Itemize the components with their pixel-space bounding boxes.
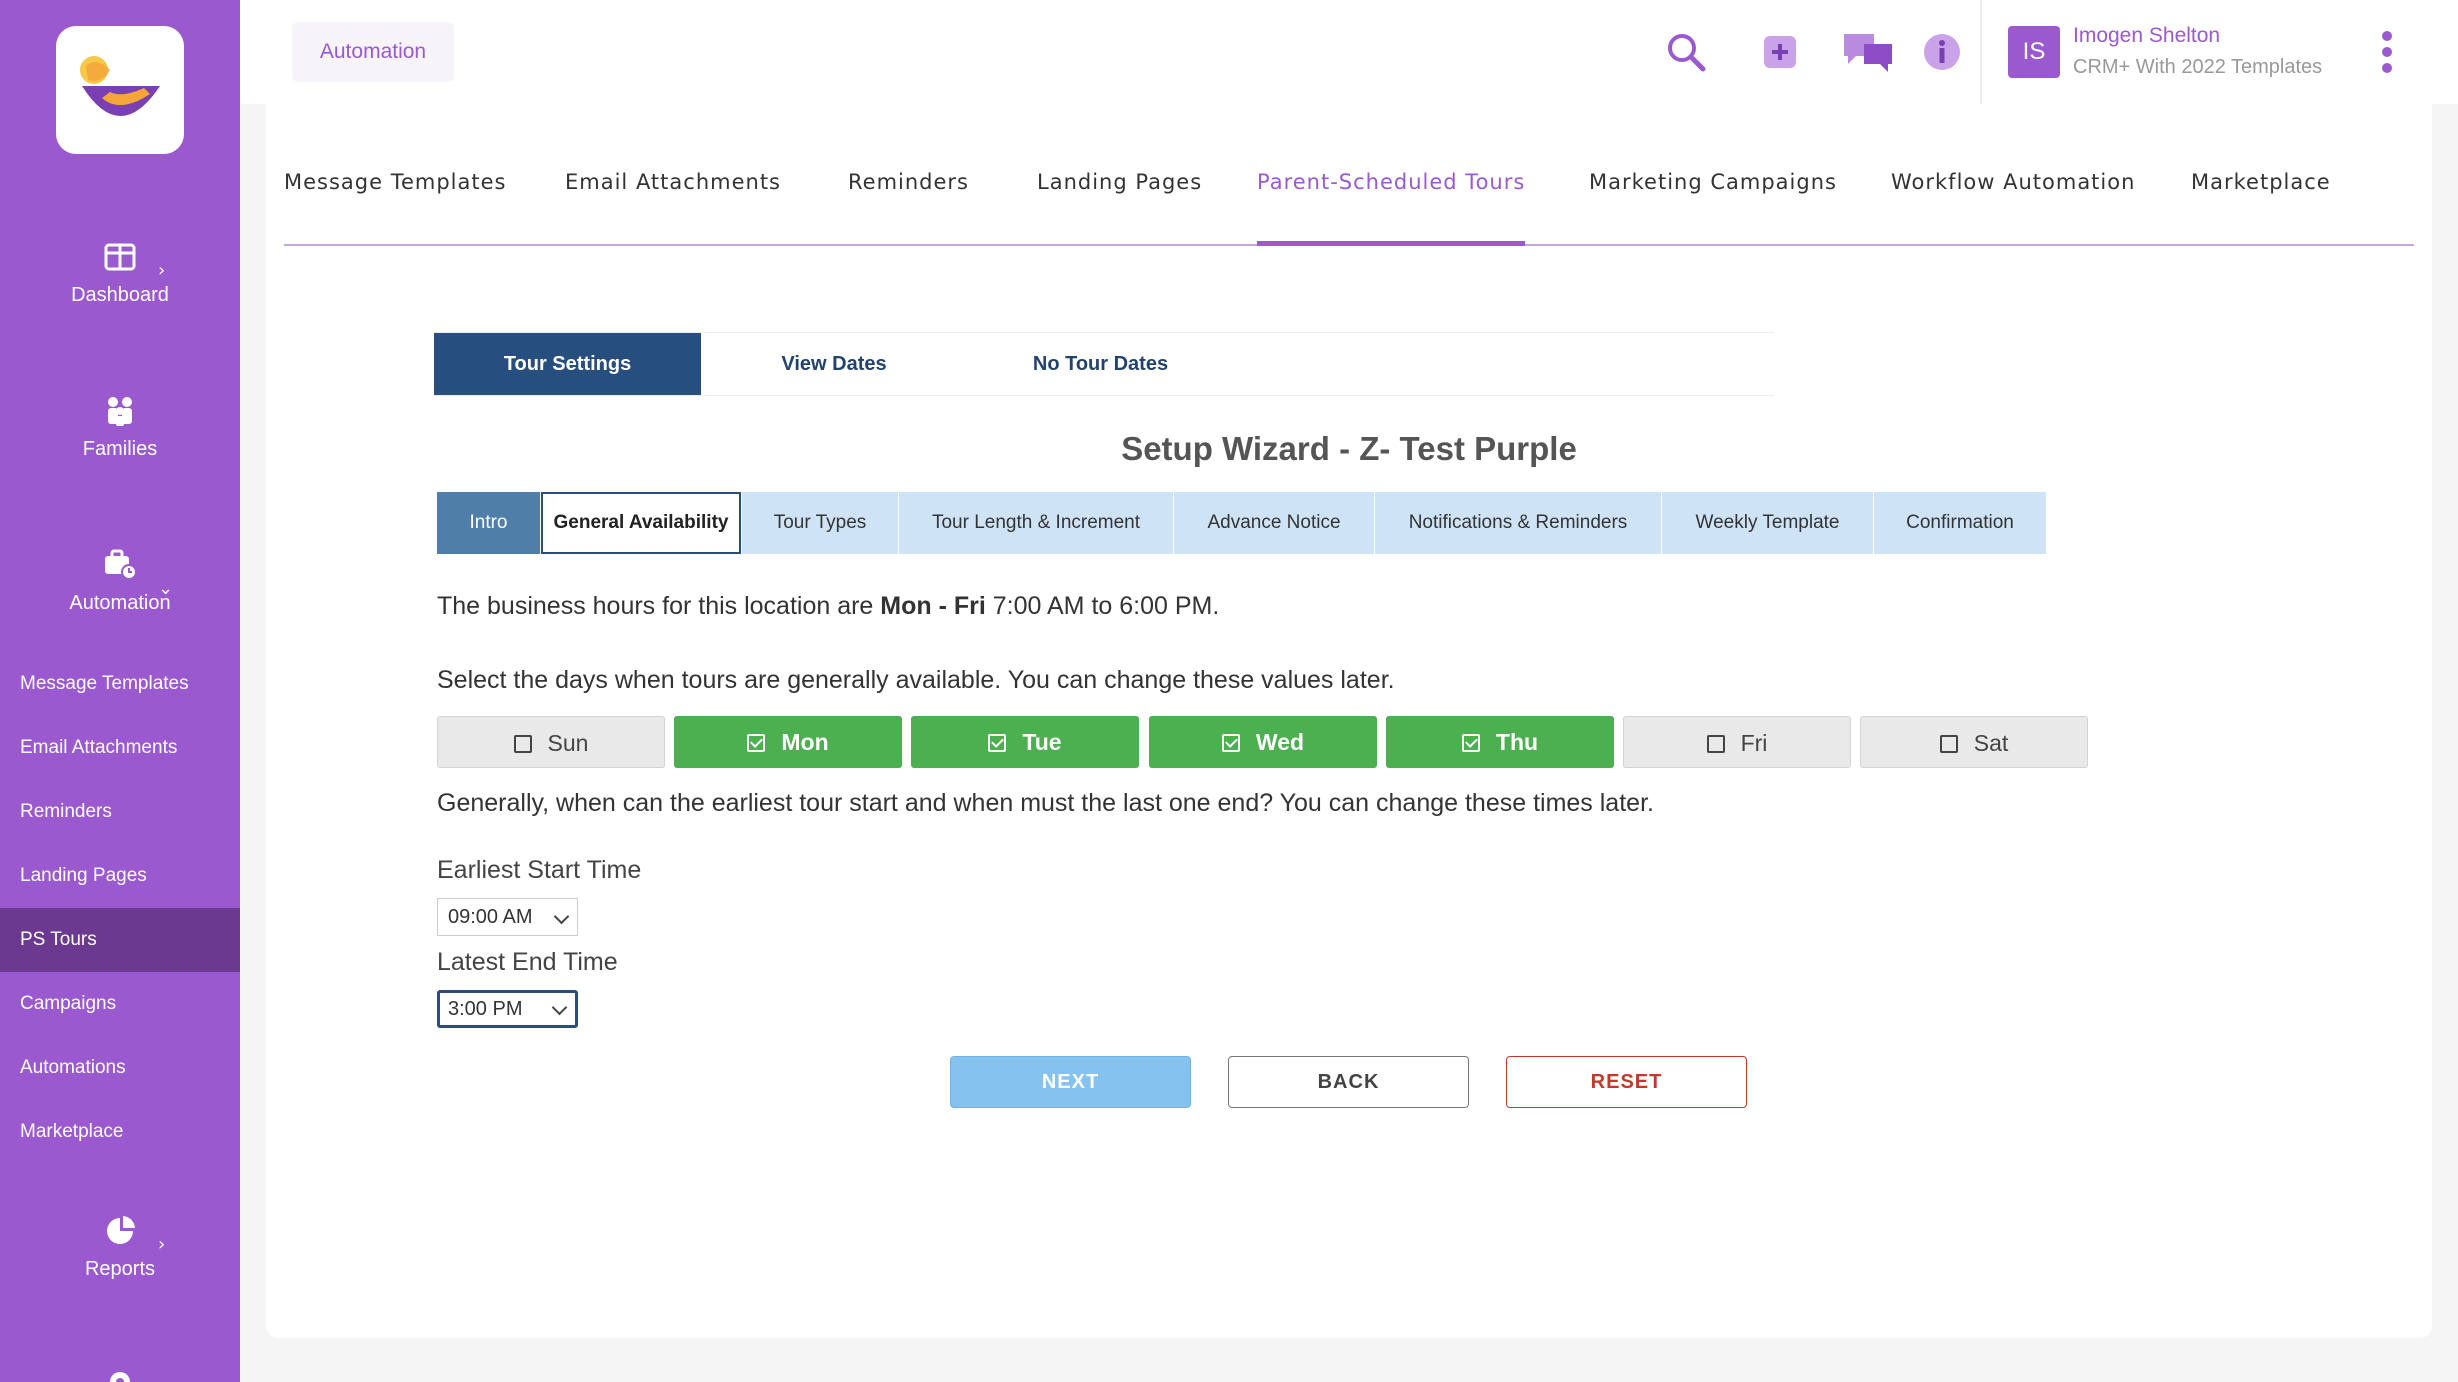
automation-tabs: Message Templates Email Attachments Remi… <box>284 162 2414 246</box>
step-tour-types[interactable]: Tour Types <box>742 492 898 554</box>
user-divider <box>1980 0 1982 104</box>
earliest-start-label: Earliest Start Time <box>437 856 642 884</box>
sidebar-subitem-ps-tours[interactable]: PS Tours <box>0 908 240 972</box>
select-days-instructions: Select the days when tours are generally… <box>437 666 1395 694</box>
checkbox-checked-icon <box>1221 734 1240 752</box>
chevron-right-icon: › <box>158 1234 166 1255</box>
chevron-down-icon <box>553 908 570 925</box>
times-instructions: Generally, when can the earliest tour st… <box>437 789 1654 817</box>
day-label: Fri <box>1740 730 1768 756</box>
selected-value: 09:00 AM <box>448 906 533 928</box>
reset-button[interactable]: RESET <box>1506 1056 1747 1108</box>
wizard-title: Setup Wizard - Z- Test Purple <box>1121 430 1577 467</box>
chevron-down-icon <box>551 999 568 1016</box>
app-logo[interactable] <box>56 26 184 154</box>
tab-landing-pages[interactable]: Landing Pages <box>1037 162 1202 246</box>
sidebar: › Dashboard Families ⌄ Automation Messag… <box>0 0 240 1382</box>
day-toggle-tue[interactable]: Tue <box>911 716 1139 768</box>
sidebar-subitem-reminders[interactable]: Reminders <box>0 780 240 844</box>
chevron-down-icon: ⌄ <box>158 578 174 599</box>
user-name[interactable]: Imogen Shelton <box>2073 24 2220 48</box>
earliest-start-select[interactable]: 09:00 AM <box>437 898 578 936</box>
tab-email-attachments[interactable]: Email Attachments <box>565 162 781 246</box>
avatar[interactable]: IS <box>2008 26 2060 78</box>
day-label: Sat <box>1973 730 2009 756</box>
step-intro[interactable]: Intro <box>437 492 540 554</box>
sidebar-item-label: Families <box>82 438 158 460</box>
sidebar-item-dashboard[interactable]: › Dashboard <box>0 240 240 307</box>
add-icon[interactable] <box>1758 30 1802 74</box>
tab-workflow-automation[interactable]: Workflow Automation <box>1891 162 2135 246</box>
day-toggle-sun[interactable]: Sun <box>437 716 665 768</box>
day-toggle-fri[interactable]: Fri <box>1623 716 1851 768</box>
day-toggle-wed[interactable]: Wed <box>1149 716 1377 768</box>
tab-message-templates[interactable]: Message Templates <box>284 162 506 246</box>
step-advance-notice[interactable]: Advance Notice <box>1174 492 1374 554</box>
info-icon[interactable] <box>1920 30 1964 74</box>
sidebar-item-reports[interactable]: › Reports <box>0 1214 240 1281</box>
sidebar-subitem-message-templates[interactable]: Message Templates <box>0 652 240 716</box>
sidebar-subitem-automations[interactable]: Automations <box>0 1036 240 1100</box>
top-bar: Automation IS Imogen Shelton CRM+ With 2… <box>240 0 2458 104</box>
tab-view-dates[interactable]: View Dates <box>701 333 967 395</box>
logo-icon <box>80 56 160 116</box>
checkbox-checked-icon <box>1461 734 1480 752</box>
chat-icon[interactable] <box>1840 30 1896 74</box>
user-org: CRM+ With 2022 Templates <box>2073 56 2323 78</box>
day-toggle-sat[interactable]: Sat <box>1860 716 2088 768</box>
hours-days: Mon - Fri <box>880 592 986 620</box>
day-toggle-thu[interactable]: Thu <box>1386 716 1614 768</box>
sidebar-subitem-campaigns[interactable]: Campaigns <box>0 972 240 1036</box>
tab-parent-scheduled-tours[interactable]: Parent-Scheduled Tours <box>1257 162 1526 246</box>
dashboard-icon <box>104 243 136 271</box>
search-icon[interactable] <box>1664 30 1708 74</box>
sidebar-item-label: Reports <box>84 1258 156 1280</box>
tour-settings-tabs: Tour Settings View Dates No Tour Dates <box>434 332 1774 396</box>
hours-prefix: The business hours for this location are <box>437 592 881 620</box>
step-general-availability[interactable]: General Availability <box>541 492 741 554</box>
checkbox-checked-icon <box>747 734 766 752</box>
day-label: Tue <box>1022 729 1062 755</box>
settings-icon[interactable] <box>104 1366 136 1382</box>
sidebar-item-label: Dashboard <box>71 284 169 306</box>
families-icon <box>108 397 132 426</box>
chevron-right-icon: › <box>158 260 166 281</box>
sidebar-item-label: Automation <box>69 592 171 614</box>
tab-reminders[interactable]: Reminders <box>848 162 969 246</box>
sidebar-subitem-landing-pages[interactable]: Landing Pages <box>0 844 240 908</box>
next-button[interactable]: NEXT <box>950 1056 1191 1108</box>
breadcrumb[interactable]: Automation <box>292 22 454 82</box>
step-tour-length-increment[interactable]: Tour Length & Increment <box>899 492 1173 554</box>
day-label: Sun <box>547 730 589 756</box>
sidebar-subitem-email-attachments[interactable]: Email Attachments <box>0 716 240 780</box>
sidebar-item-automation[interactable]: ⌄ Automation <box>0 548 240 615</box>
tab-marketing-campaigns[interactable]: Marketing Campaigns <box>1589 162 1837 246</box>
day-label: Thu <box>1495 729 1539 755</box>
selected-value: 3:00 PM <box>448 998 523 1020</box>
tab-marketplace[interactable]: Marketplace <box>2191 162 2331 246</box>
checkbox-icon <box>1939 735 1958 753</box>
checkbox-checked-icon <box>988 734 1007 752</box>
tab-tour-settings[interactable]: Tour Settings <box>434 333 701 395</box>
checkbox-icon <box>513 735 532 753</box>
automation-icon <box>105 549 137 580</box>
latest-end-label: Latest End Time <box>437 948 618 976</box>
back-button[interactable]: BACK <box>1228 1056 1469 1108</box>
business-hours-text: The business hours for this location are… <box>437 592 1219 621</box>
hours-time: 7:00 AM to 6:00 PM. <box>985 592 1220 620</box>
sidebar-subitem-marketplace[interactable]: Marketplace <box>0 1100 240 1164</box>
day-label: Wed <box>1255 729 1305 755</box>
day-toggle-mon[interactable]: Mon <box>674 716 902 768</box>
day-label: Mon <box>781 729 829 755</box>
tab-no-tour-dates[interactable]: No Tour Dates <box>967 333 1234 395</box>
reports-icon <box>107 1216 135 1244</box>
step-confirmation[interactable]: Confirmation <box>1874 492 2046 554</box>
sidebar-item-families[interactable]: Families <box>0 394 240 461</box>
more-options-icon[interactable] <box>2380 30 2394 74</box>
step-notifications-reminders[interactable]: Notifications & Reminders <box>1375 492 1661 554</box>
step-weekly-template[interactable]: Weekly Template <box>1662 492 1873 554</box>
latest-end-select[interactable]: 3:00 PM <box>437 990 578 1028</box>
checkbox-icon <box>1706 735 1725 753</box>
